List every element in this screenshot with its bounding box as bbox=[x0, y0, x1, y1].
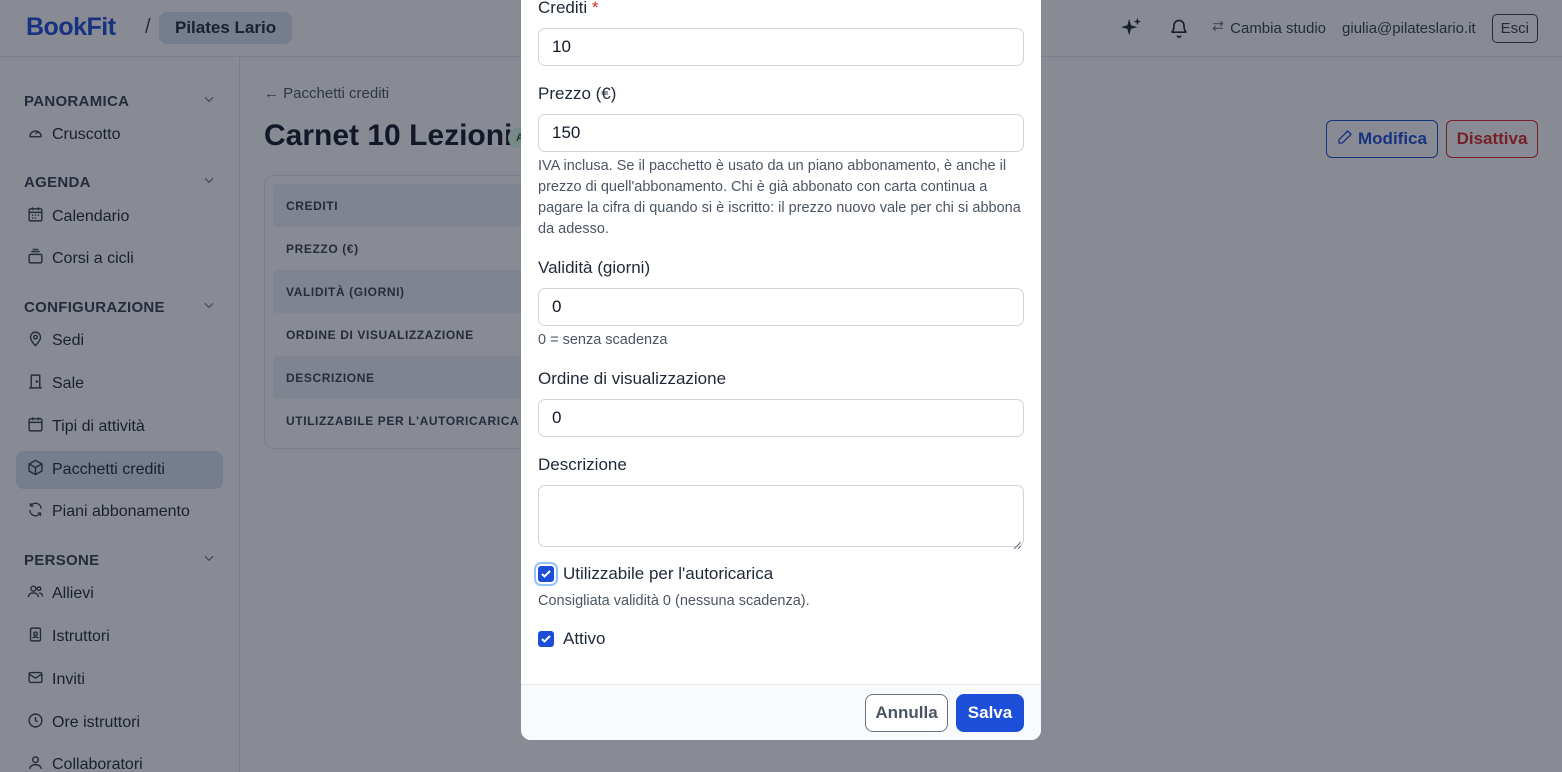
order-label: Ordine di visualizzazione bbox=[538, 369, 727, 388]
price-input[interactable]: 150 bbox=[538, 114, 1024, 152]
price-help-text: IVA inclusa. Se il pacchetto è usato da … bbox=[538, 158, 1021, 237]
autorecharge-checkbox[interactable] bbox=[538, 566, 554, 582]
autorecharge-label: Utilizzabile per l'autoricarica bbox=[563, 564, 774, 583]
required-marker: * bbox=[591, 0, 599, 17]
active-checkbox-row[interactable]: Attivo bbox=[538, 629, 606, 649]
description-textarea[interactable] bbox=[538, 485, 1024, 550]
save-button[interactable]: Salva bbox=[956, 694, 1024, 732]
validity-label: Validità (giorni) bbox=[538, 258, 651, 277]
validity-input[interactable]: 0 bbox=[538, 288, 1024, 326]
autorecharge-checkbox-row[interactable]: Utilizzabile per l'autoricarica bbox=[538, 564, 773, 584]
modal-footer: Annulla Salva bbox=[521, 684, 1041, 740]
credits-label: Crediti * bbox=[538, 0, 598, 18]
edit-package-modal: Crediti * 10 Prezzo (€) 150 IVA inclusa.… bbox=[521, 0, 1041, 740]
description-label: Descrizione bbox=[538, 455, 627, 474]
credits-label-text: Crediti bbox=[538, 0, 588, 17]
credits-input[interactable]: 10 bbox=[538, 28, 1024, 66]
active-checkbox[interactable] bbox=[538, 631, 554, 647]
order-input[interactable]: 0 bbox=[538, 399, 1024, 437]
active-label: Attivo bbox=[563, 629, 606, 648]
validity-help-text: 0 = senza scadenza bbox=[538, 332, 668, 348]
resize-grip-icon[interactable] bbox=[1013, 536, 1022, 550]
autorecharge-help-text: Consigliata validità 0 (nessuna scadenza… bbox=[538, 593, 810, 609]
price-label: Prezzo (€) bbox=[538, 84, 617, 103]
cancel-button[interactable]: Annulla bbox=[865, 694, 948, 732]
